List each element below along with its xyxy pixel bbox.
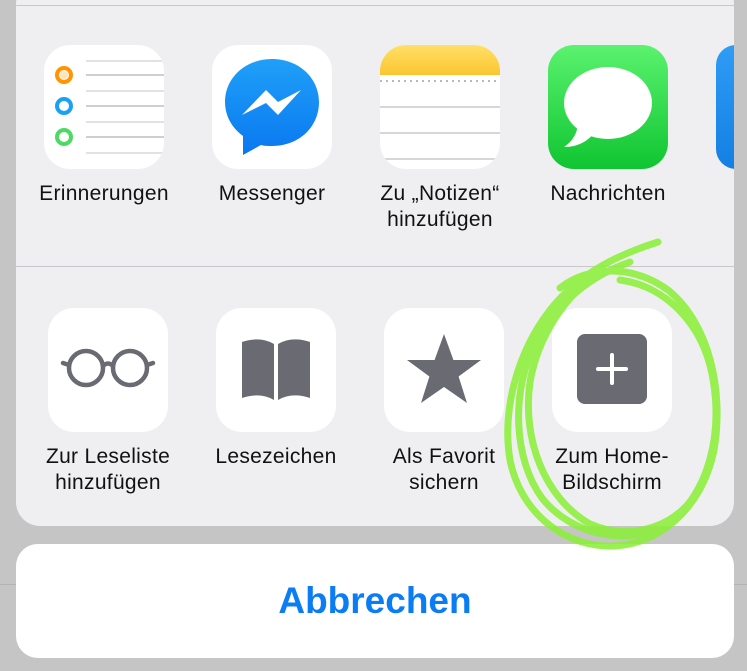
add-square-icon [552,308,672,432]
messenger-icon [212,45,332,169]
notes-icon [380,45,500,169]
app-icon [716,45,734,169]
reminders-icon [44,45,164,169]
share-app-label: Messenger [218,182,326,205]
share-app-label: Nachrichten [550,182,666,205]
action-label: Lesezeichen [215,445,337,468]
action-label: Zur Leseliste hinzufügen [45,445,171,494]
share-sheet: Erinnerungen Messenger Zu „Notizen“ hinz… [16,0,734,526]
messages-icon [548,45,668,169]
share-app-label: Zu „Notizen“ hinzufügen [380,182,500,231]
action-label: Als Favorit sichern [392,445,496,494]
glasses-icon [48,308,168,432]
cancel-button[interactable]: Abbrechen [16,544,734,658]
sheet-top-divider [16,5,734,6]
share-app-label: Erinnerungen [39,182,169,205]
star-icon [384,308,504,432]
action-label: Zum Home- Bildschirm [555,445,669,494]
book-icon [216,308,336,432]
row-divider [16,266,734,267]
